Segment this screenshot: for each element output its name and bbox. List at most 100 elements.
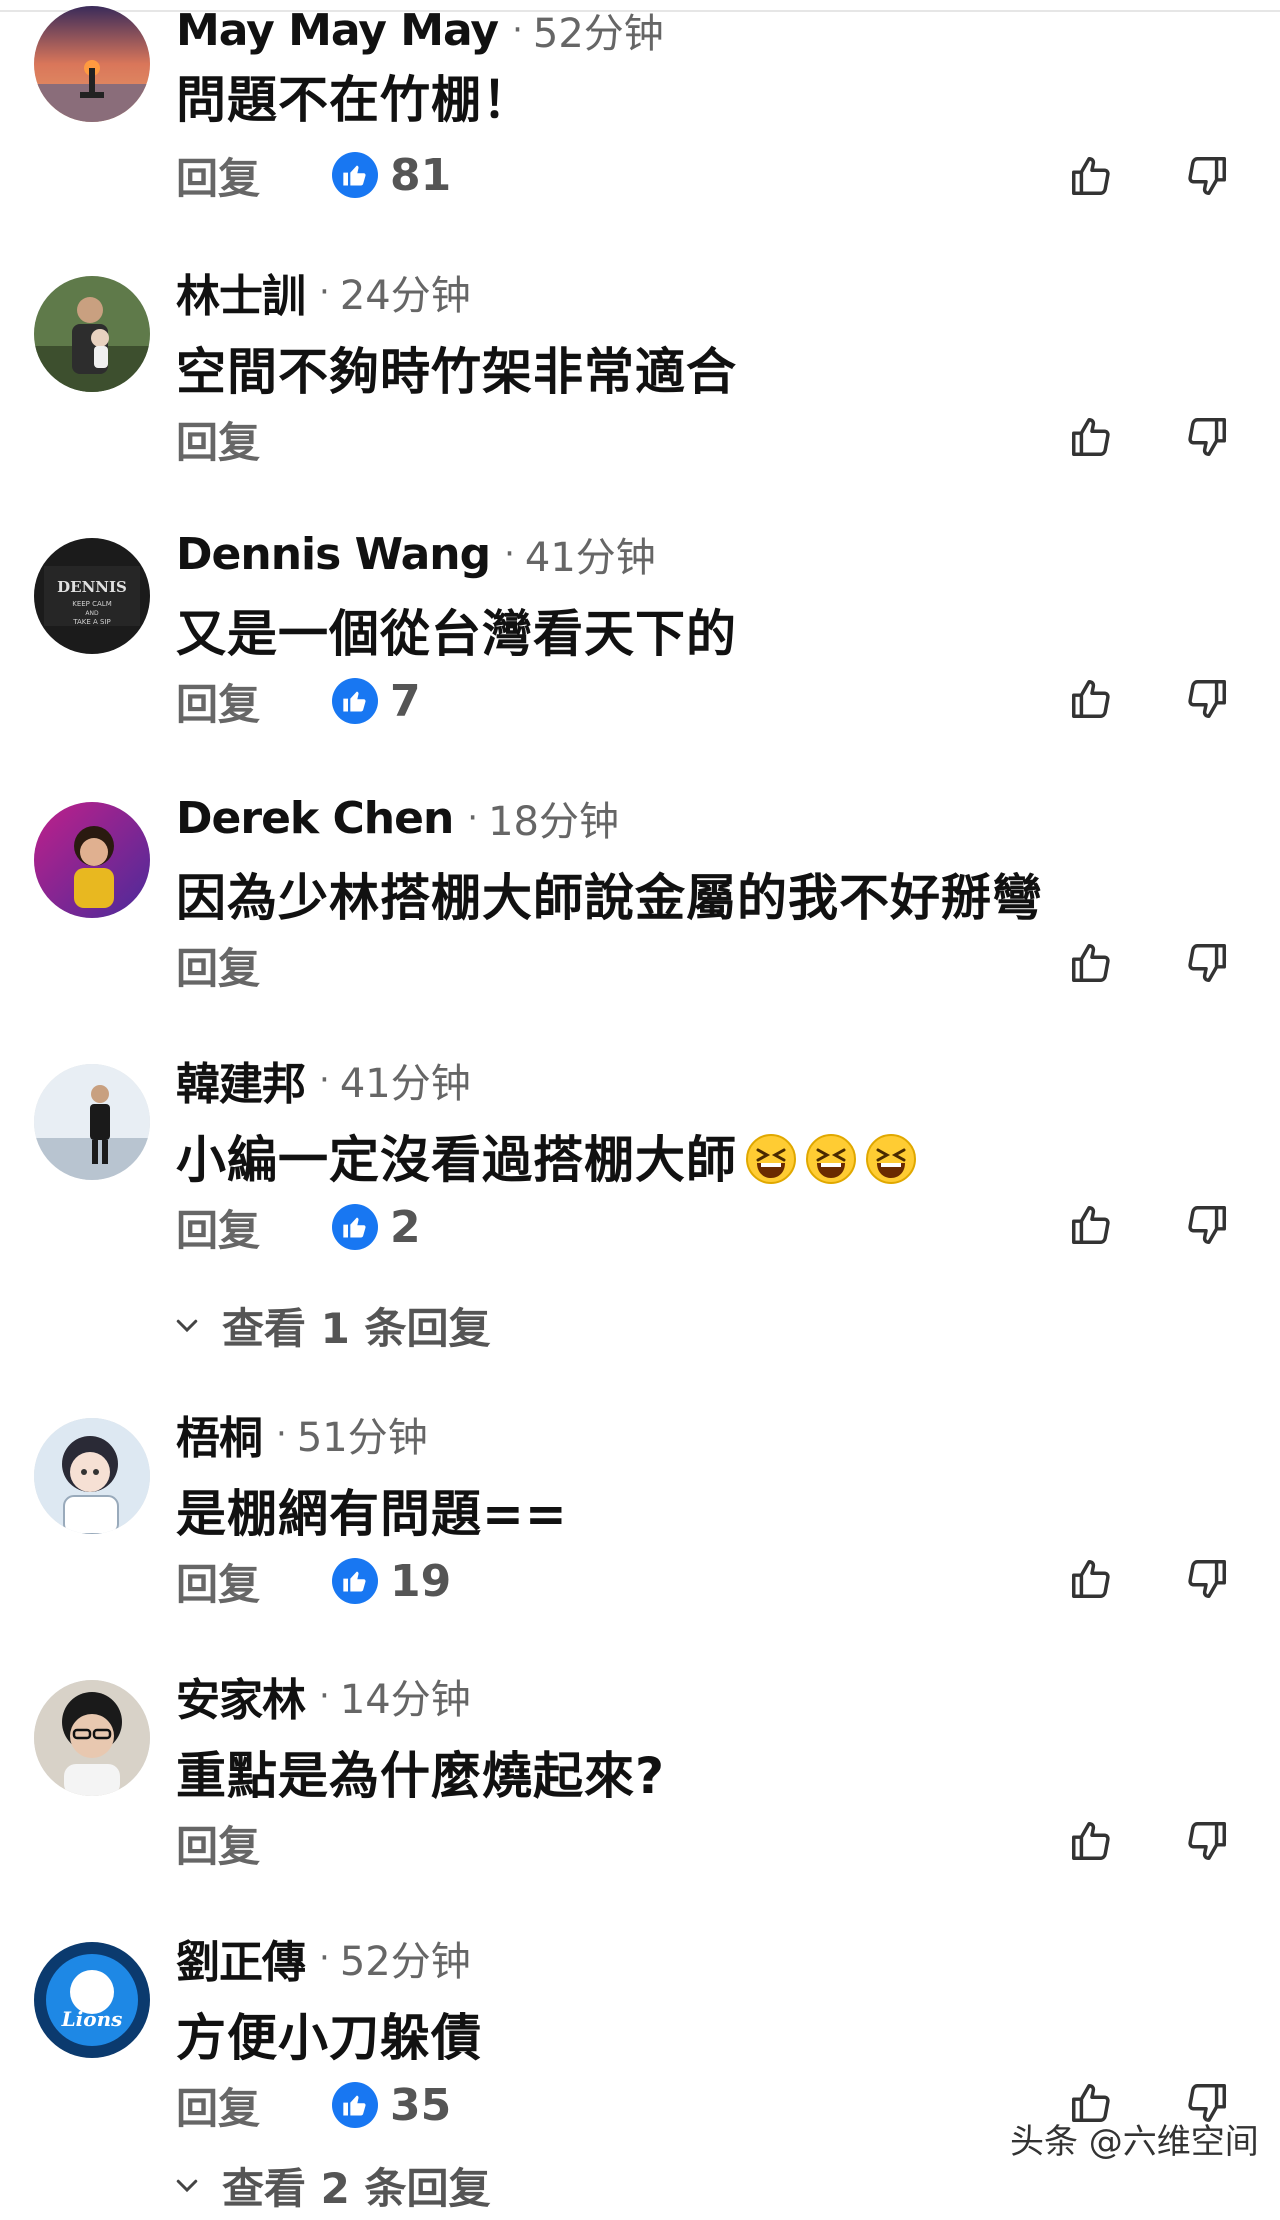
commenter-name[interactable]: Dennis Wang <box>176 529 491 580</box>
comment-item: DENNIS KEEP CALM AND TAKE A SIP Dennis W… <box>0 524 1280 786</box>
reaction-summary[interactable]: 7 <box>332 676 421 727</box>
like-reaction-icon <box>332 2082 379 2128</box>
comment-text-body: 小編一定沒看過搭棚大師 <box>176 1131 737 1189</box>
reaction-summary[interactable]: 81 <box>332 150 451 201</box>
view-replies-link[interactable]: 查看 1 条回复 <box>172 1290 490 1360</box>
like-reaction-icon <box>332 1204 379 1250</box>
thumbs-down-icon[interactable] <box>1180 671 1234 727</box>
comment-item: 韓建邦 · 41分钟 小編一定沒看過搭棚大師 回复 2 <box>0 1050 1280 1312</box>
thumbs-down-icon[interactable] <box>1180 1551 1234 1607</box>
reaction-count: 19 <box>390 1555 452 1607</box>
avatar[interactable] <box>34 1064 150 1180</box>
avatar-title: DENNIS <box>57 578 127 596</box>
comment-text: 空間不夠時竹架非常適合 <box>176 343 737 401</box>
thumbs-up-icon[interactable] <box>1064 671 1118 727</box>
timestamp: 14分钟 <box>339 1677 471 1723</box>
timestamp: 52分钟 <box>532 11 664 57</box>
thumbs-down-icon[interactable] <box>1180 409 1234 465</box>
commenter-name[interactable]: 韓建邦 <box>176 1048 306 1112</box>
comment-text: 是棚網有問題== <box>176 1485 568 1543</box>
reaction-count: 81 <box>390 149 452 201</box>
avatar[interactable] <box>34 1680 150 1796</box>
avatar-logo-text: Lions <box>61 2007 123 2031</box>
reaction-summary[interactable]: 35 <box>332 2080 451 2131</box>
reply-button[interactable]: 回复 <box>176 409 260 470</box>
comment-item: 梧桐 · 51分钟 是棚網有問題== 回复 19 <box>0 1404 1280 1666</box>
avatar[interactable] <box>34 276 150 392</box>
dot-separator: · <box>467 798 479 838</box>
thumbs-up-icon[interactable] <box>1064 935 1118 991</box>
reaction-count: 35 <box>390 2079 452 2131</box>
thumbs-down-icon[interactable] <box>1180 935 1234 991</box>
dot-separator: · <box>319 1060 330 1100</box>
thumbs-up-icon[interactable] <box>1064 1813 1118 1869</box>
avatar-line1: KEEP CALM <box>72 600 112 608</box>
reaction-summary[interactable]: 19 <box>332 1556 451 1607</box>
thumbs-down-icon[interactable] <box>1180 148 1234 204</box>
thumbs-down-icon[interactable] <box>1180 1197 1234 1253</box>
comment-item: May May May · 52分钟 問題不在竹棚！ 回复 81 <box>0 0 1280 262</box>
like-reaction-icon <box>332 1558 379 1604</box>
dot-separator: · <box>319 272 330 312</box>
thumbs-down-icon[interactable] <box>1180 1813 1234 1869</box>
timestamp: 41分钟 <box>339 1061 471 1107</box>
grinning-squinting-face-icon <box>866 1134 916 1184</box>
commenter-name[interactable]: 林士訓 <box>176 260 306 324</box>
comment-item: 林士訓 · 24分钟 空間不夠時竹架非常適合 回复 <box>0 262 1280 524</box>
grinning-squinting-face-icon <box>746 1134 796 1184</box>
dot-separator: · <box>319 1676 330 1716</box>
chevron-down-icon <box>176 1319 198 1333</box>
dot-separator: · <box>512 10 523 50</box>
commenter-name[interactable]: 安家林 <box>176 1664 306 1728</box>
comment-text: 小編一定沒看過搭棚大師 <box>176 1120 917 1192</box>
reply-button[interactable]: 回复 <box>176 1551 260 1612</box>
timestamp: 51分钟 <box>296 1415 428 1461</box>
like-reaction-icon <box>332 678 379 724</box>
view-replies-label: 查看 2 条回复 <box>222 2163 491 2213</box>
comment-text: 又是一個從台灣看天下的 <box>176 605 737 663</box>
timestamp: 18分钟 <box>488 799 619 845</box>
like-reaction-icon <box>332 152 379 198</box>
commenter-name[interactable]: 梧桐 <box>176 1402 263 1466</box>
reply-button[interactable]: 回复 <box>176 671 260 732</box>
watermark: 头条 @六维空间 <box>1010 2122 1259 2162</box>
dot-separator: · <box>276 1414 287 1454</box>
timestamp: 41分钟 <box>524 535 656 581</box>
view-replies-link[interactable]: 查看 2 条回复 <box>172 2150 490 2220</box>
reply-button[interactable]: 回复 <box>176 1813 260 1874</box>
timestamp: 24分钟 <box>339 273 471 319</box>
avatar[interactable]: DENNIS KEEP CALM AND TAKE A SIP <box>34 538 150 654</box>
avatar[interactable] <box>34 6 150 122</box>
thumbs-up-icon[interactable] <box>1064 1551 1118 1607</box>
avatar-line3: TAKE A SIP <box>72 618 111 626</box>
reply-button[interactable]: 回复 <box>176 145 260 206</box>
comment-text: 方便小刀躲債 <box>176 2009 482 2067</box>
commenter-name[interactable]: 劉正傳 <box>176 1926 306 1990</box>
commenter-name[interactable]: Derek Chen <box>176 793 454 844</box>
reply-button[interactable]: 回复 <box>176 935 260 996</box>
chevron-down-icon <box>176 2179 198 2193</box>
thumbs-up-icon[interactable] <box>1064 148 1118 204</box>
comment-text: 重點是為什麼燒起來? <box>176 1747 666 1805</box>
reaction-summary[interactable]: 2 <box>332 1202 421 1253</box>
dot-separator: · <box>319 1938 330 1978</box>
reply-button[interactable]: 回复 <box>176 1197 260 1258</box>
commenter-name[interactable]: May May May <box>176 5 499 56</box>
avatar-line2: AND <box>85 610 99 617</box>
reaction-count: 7 <box>390 675 421 727</box>
reaction-count: 2 <box>390 1201 421 1253</box>
comment-item: Derek Chen · 18分钟 因為少林搭棚大師說金屬的我不好掰彎 回复 <box>0 788 1280 1050</box>
comment-text: 因為少林搭棚大師說金屬的我不好掰彎 <box>176 869 1043 927</box>
avatar[interactable] <box>34 1418 150 1534</box>
view-replies-label: 查看 1 条回复 <box>222 1303 491 1353</box>
avatar[interactable] <box>34 802 150 918</box>
dot-separator: · <box>504 534 515 574</box>
avatar[interactable]: Lions <box>34 1942 150 2058</box>
reply-button[interactable]: 回复 <box>176 2075 260 2136</box>
thumbs-up-icon[interactable] <box>1064 1197 1118 1253</box>
grinning-squinting-face-icon <box>806 1134 856 1184</box>
comment-text: 問題不在竹棚！ <box>176 71 533 129</box>
thumbs-up-icon[interactable] <box>1064 409 1118 465</box>
comment-item: 安家林 · 14分钟 重點是為什麼燒起來? 回复 <box>0 1666 1280 1928</box>
timestamp: 52分钟 <box>339 1939 471 1985</box>
